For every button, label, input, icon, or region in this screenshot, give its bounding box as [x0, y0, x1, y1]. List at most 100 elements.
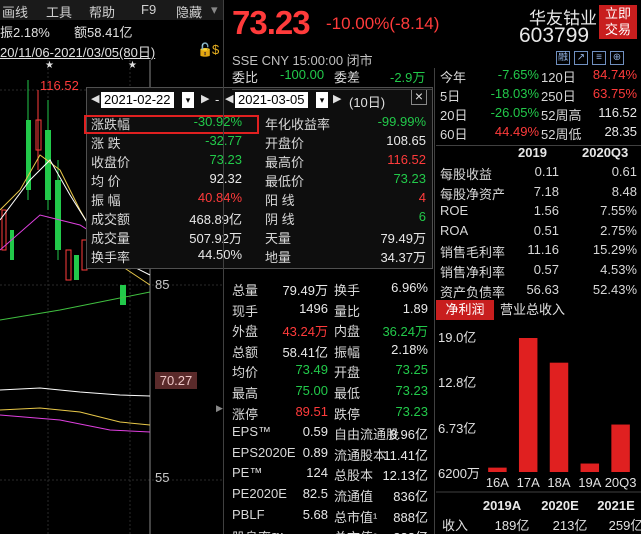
fin-row: 资产负债率 56.63 52.43%	[440, 281, 637, 300]
x-tick-label: 17A	[517, 475, 540, 490]
forecast-revenue-value: 259亿	[609, 518, 641, 533]
period-stat-row: 5日 -18.03% 250日 63.75%	[440, 86, 637, 104]
quote-value: 836亿	[393, 489, 428, 504]
bid-ratio-row: 委比 -100.00 委差 -2.9万	[232, 67, 426, 85]
quote-value: 8.96亿	[389, 427, 428, 443]
star-marker: ★	[128, 60, 137, 71]
popup-label: 换手率	[91, 250, 131, 265]
popup-value: 468.89亿	[189, 212, 242, 227]
add-icon[interactable]: ⊕	[610, 51, 624, 65]
quote-row: 总量 79.49万 换手 6.96%	[232, 280, 432, 302]
quote-label: PE™	[232, 465, 263, 481]
popup-label: 均 价	[91, 174, 121, 189]
next-arrow-icon[interactable]: ▶	[201, 92, 209, 105]
end-date-input[interactable]: 2021-03-05	[235, 92, 308, 108]
quote-label: 总量	[232, 283, 259, 298]
profit-bar	[549, 362, 569, 472]
quote-value: -	[324, 527, 328, 534]
quote-label: PBLF	[232, 506, 265, 522]
period-stat-row: 20日 -26.05% 52周高 116.52	[440, 105, 637, 123]
popup-label: 最高价	[265, 155, 305, 170]
quote-value: 1.89	[402, 300, 428, 316]
menu-tools[interactable]: 工具	[46, 2, 72, 21]
fin-row: 销售净利率 0.57 4.53%	[440, 262, 637, 280]
x-tick-label: 18A	[547, 475, 570, 490]
popup-label: 成交量	[91, 231, 131, 246]
menu-hide[interactable]: 隐藏	[176, 2, 202, 21]
dollar-icon[interactable]: $	[212, 42, 219, 57]
quote-label: 振幅	[334, 344, 361, 360]
profit-bar	[488, 467, 507, 472]
popup-value: -99.99%	[377, 114, 426, 129]
quote-value: 5.68	[302, 506, 328, 522]
popup-row: 成交额 468.89亿 阴 线 6	[87, 208, 432, 227]
popup-value: 108.65	[386, 133, 426, 148]
y-tick-label: 12.8亿	[438, 375, 476, 390]
quote-label: PE2020E	[232, 486, 287, 501]
popup-row: 收盘价 73.23 最高价 116.52	[87, 151, 432, 170]
forecast-year-header: 2021E	[597, 498, 635, 513]
quote-row: 最高 75.00 最低 73.23	[232, 383, 432, 405]
quote-row: PE™ 124 总股本 12.13亿	[232, 465, 432, 487]
quote-value: 89.51	[295, 403, 328, 419]
start-date-input[interactable]: 2021-02-22	[101, 92, 174, 108]
y-tick-label: 6.73亿	[438, 421, 476, 436]
quote-value: 79.49万	[282, 283, 328, 298]
share-icon[interactable]: ↗	[574, 51, 588, 65]
quote-value: 888亿	[393, 527, 428, 534]
forecast-year-header: 2020E	[541, 498, 579, 513]
quote-value: 73.23	[395, 403, 428, 419]
quote-value: 2.18%	[391, 341, 428, 357]
popup-value: 73.23	[393, 171, 426, 186]
popup-value: 507.92万	[189, 231, 242, 246]
quote-label: 涨停	[232, 406, 259, 422]
quote-row: PE2020E 82.5 流通值 836亿	[232, 486, 432, 508]
popup-label: 涨 跌	[91, 136, 121, 151]
forecast-revenue-value: 213亿	[553, 518, 588, 533]
quote-row: 均价 73.49 开盘 73.25	[232, 362, 432, 384]
bar-chart-svg: 19.0亿 12.8亿 6.73亿 6200万 16A 17A 18A 19A 20Q3 2019…	[436, 330, 641, 533]
quote-value: 888亿	[393, 509, 428, 525]
expand-arrow-icon[interactable]: ▶	[216, 403, 223, 414]
quote-label: 内盘	[334, 324, 361, 340]
next-arrow-icon[interactable]: ▶	[333, 92, 341, 105]
end-date-dropdown-icon[interactable]: ▾	[316, 92, 328, 108]
quote-value: 82.5	[302, 486, 328, 501]
axis-label-85: 85	[155, 277, 170, 292]
menu-f9[interactable]: F9	[141, 2, 156, 17]
quote-value: 73.25	[395, 362, 428, 378]
menu-help[interactable]: 帮助	[89, 2, 115, 21]
quote-label: 总股本	[334, 468, 374, 484]
popup-value: 6	[418, 209, 426, 224]
popup-value: 79.49万	[380, 231, 426, 246]
prev-arrow-icon[interactable]: ◀	[225, 92, 233, 105]
popup-value: 73.23	[209, 152, 242, 167]
popup-row: 振 幅 40.84% 阳 线 4	[87, 189, 432, 208]
quote-value: 43.24万	[282, 324, 328, 340]
popup-label: 阴 线	[265, 212, 295, 227]
popup-label: 振 幅	[91, 193, 121, 208]
quote-row: EPS2020E 0.89 流通股本 11.41亿	[232, 445, 432, 467]
margin-icon[interactable]: 融	[556, 51, 570, 65]
tab-revenue[interactable]: 营业总收入	[500, 300, 565, 320]
quote-value: 124	[306, 465, 328, 481]
prev-arrow-icon[interactable]: ◀	[91, 92, 99, 105]
popup-row: 成交量 507.92万 天量 79.49万	[87, 227, 432, 246]
quote-label: 量比	[334, 303, 361, 319]
list-icon[interactable]: ≡	[592, 51, 606, 65]
tab-net-profit[interactable]: 净利润	[436, 300, 494, 320]
chevron-down-icon[interactable]: ▾	[211, 2, 218, 18]
close-icon[interactable]: ×	[411, 89, 427, 105]
start-date-dropdown-icon[interactable]: ▾	[182, 92, 194, 108]
popup-value: 92.32	[209, 171, 242, 186]
lock-icon[interactable]: 🔓	[197, 42, 213, 58]
star-marker: ★	[45, 60, 54, 71]
date-range[interactable]: 20/11/06-2021/03/05(80日)	[0, 42, 155, 61]
menu-draw[interactable]: 画线	[2, 2, 28, 21]
quote-row: PBLF 5.68 总市值¹ 888亿	[232, 507, 432, 529]
quote-label: 股息率™	[232, 527, 284, 534]
revenue-label: 收入	[442, 518, 468, 533]
trade-now-button[interactable]: 立即 交易	[599, 5, 637, 39]
quote-label: 开盘	[334, 365, 361, 381]
quote-label: 换手	[334, 283, 361, 298]
